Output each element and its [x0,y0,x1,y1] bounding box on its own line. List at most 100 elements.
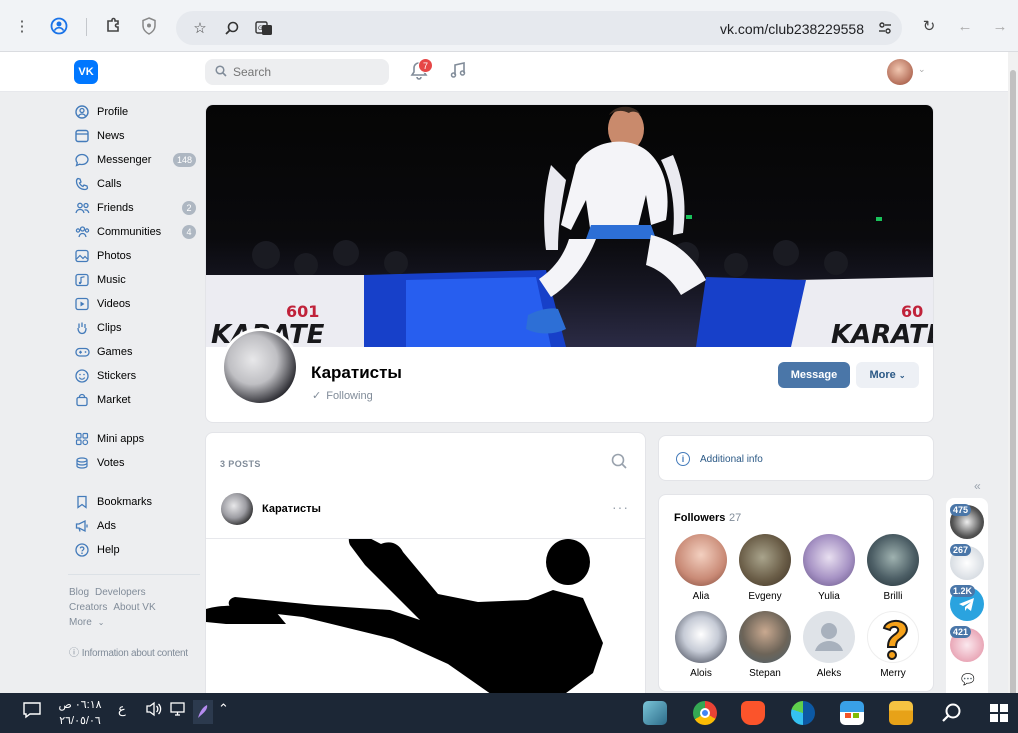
notification-center-icon[interactable] [22,701,42,719]
follower-item[interactable]: Alia [671,534,731,602]
page-scrollbar[interactable] [1008,52,1018,733]
post-author-name[interactable]: Каратисты [262,503,321,515]
footer-link-more[interactable]: More [69,617,92,628]
taskbar-app-icon[interactable] [643,701,667,725]
search-icon[interactable] [611,453,627,473]
chats-mini-strip: 475 267 1.2K 421 💬 [946,498,988,693]
input-language[interactable]: ع [118,701,126,717]
sidebar-item-mini-apps[interactable]: Mini apps [66,427,202,451]
scrollbar-thumb[interactable] [1010,70,1016,733]
following-status[interactable]: ✓ Following [312,389,373,402]
footer-link-creators[interactable]: Creators [69,602,107,613]
message-button[interactable]: Message [778,362,850,388]
post-image[interactable] [206,531,645,693]
sidebar-item-videos[interactable]: Videos [66,292,202,316]
sidebar-item-photos[interactable]: Photos [66,244,202,268]
post-author-avatar[interactable] [221,493,253,525]
vk-logo[interactable]: VK [74,60,98,84]
file-explorer-icon[interactable] [889,701,913,725]
follower-item[interactable]: Evgeny [735,534,795,602]
sidebar-item-ads[interactable]: Ads [66,514,202,538]
vk-header: VK 7 ⌄ [0,52,1008,92]
chrome-icon-center [700,708,710,718]
windows-start-icon[interactable] [990,704,1008,722]
zoom-icon[interactable] [220,16,244,40]
menu-dots-icon[interactable]: ⋮ [10,14,34,38]
show-hidden-icons-chevron-icon[interactable]: ⌃ [218,701,229,717]
music-note-icon[interactable] [449,61,467,84]
sidebar-item-label: Mini apps [97,433,145,445]
sidebar-item-calls[interactable]: Calls [66,172,202,196]
taskbar-clock[interactable]: ٠٦:١٨ ص ٢٦/٠٥/٠٦ [55,697,105,729]
footer-link-blog[interactable]: Blog [69,587,89,598]
profile-icon [74,104,90,120]
site-settings-icon[interactable] [873,16,897,40]
sidebar-item-label: Ads [97,520,116,532]
search-input[interactable] [233,65,383,79]
chrome-icon[interactable] [693,701,717,725]
search-icon[interactable] [941,702,963,724]
footer-link-developers[interactable]: Developers [95,587,146,598]
sidebar-item-votes[interactable]: Votes [66,451,202,475]
sidebar-item-profile[interactable]: Profile [66,100,202,124]
network-icon[interactable] [170,701,188,717]
follower-item[interactable]: Brilli [863,534,923,602]
smiley-icon [74,368,90,384]
community-cover-image: 601 KARATE 60 KARATE [206,105,934,347]
sidebar-item-stickers[interactable]: Stickers [66,364,202,388]
footer-link-about[interactable]: About VK [113,602,155,613]
browser-toolbar: ⋮ ☆ G vk.com/club238229558 ↻ ← → [0,0,1018,52]
sidebar-item-help[interactable]: Help [66,538,202,562]
follower-item[interactable]: Merry [863,611,923,679]
mini-chat-badge: 267 [950,544,972,556]
reload-icon[interactable]: ↻ [917,14,941,38]
sidebar-item-market[interactable]: Market [66,388,202,412]
microsoft-store-icon[interactable] [840,701,864,725]
sidebar-item-communities[interactable]: Communities 4 [66,220,202,244]
information-about-content-link[interactable]: ⓘ Information about content [66,644,202,659]
more-label: More [869,369,896,381]
follower-item[interactable]: Aleks [799,611,859,679]
more-dots-icon[interactable]: ··· [612,499,629,515]
search-box[interactable] [205,59,389,85]
shield-icon[interactable] [137,14,161,38]
sidebar-item-friends[interactable]: Friends 2 [66,196,202,220]
user-avatar[interactable] [887,59,913,85]
address-bar[interactable]: ☆ G vk.com/club238229558 [176,11,902,45]
followers-title[interactable]: Followers [674,512,725,524]
cover-banner-right: KARATE [831,320,934,347]
sidebar-item-label: Market [97,394,131,406]
sidebar-item-music[interactable]: Music [66,268,202,292]
bookmark-star-icon[interactable]: ☆ [188,16,212,40]
mini-chat-badge: 421 [950,626,972,638]
sidebar-item-news[interactable]: News [66,124,202,148]
edge-icon[interactable] [791,701,815,725]
translate-icon[interactable]: G [252,16,276,40]
follower-item[interactable]: Stepan [735,611,795,679]
follower-item[interactable]: Yulia [799,534,859,602]
pen-icon[interactable] [193,700,213,724]
chevron-down-icon[interactable]: ⌄ [918,64,926,75]
more-button[interactable]: More ⌄ [856,362,919,388]
brave-icon[interactable] [741,701,765,725]
posts-card: 3 POSTS Каратисты ··· [205,432,646,694]
additional-info-card[interactable]: i Additional info [658,435,934,481]
collapse-chevrons-icon[interactable]: « [974,479,981,493]
sidebar-item-clips[interactable]: Clips [66,316,202,340]
extensions-icon[interactable] [101,14,125,38]
followers-card: Followers 27 Alia Evgeny Yulia Brilli Al… [658,494,934,692]
follower-item[interactable]: Alois [671,611,731,679]
community-avatar[interactable] [221,328,299,406]
bookmark-icon [74,494,90,510]
chat-bubble-icon[interactable]: 💬 [961,673,975,686]
community-avatar-image [224,331,296,403]
volume-icon[interactable] [145,701,163,717]
sidebar-item-games[interactable]: Games [66,340,202,364]
forward-icon[interactable]: → [988,14,1012,38]
url-text[interactable]: vk.com/club238229558 [720,21,864,37]
sidebar-item-bookmarks[interactable]: Bookmarks [66,490,202,514]
profile-icon[interactable] [47,14,71,38]
back-icon[interactable]: ← [953,14,977,38]
follower-avatar-placeholder [803,611,855,663]
sidebar-item-messenger[interactable]: Messenger 148 [66,148,202,172]
